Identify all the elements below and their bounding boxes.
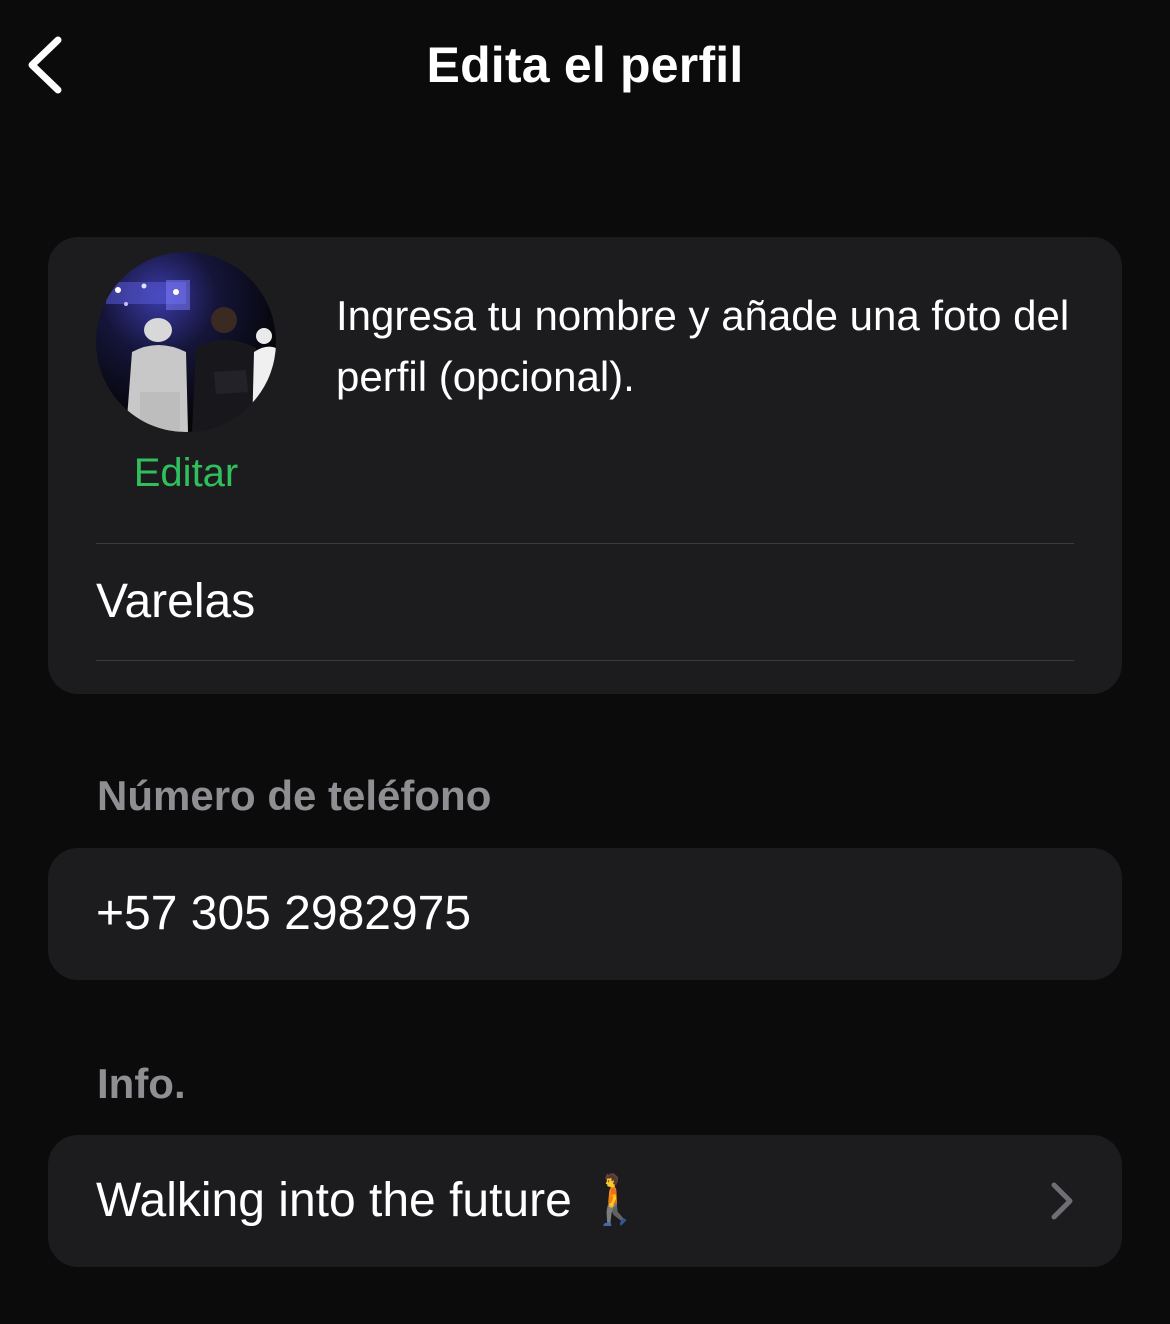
profile-hint-text: Ingresa tu nombre y añade una foto del p… (336, 292, 1070, 400)
phone-section-label: Número de teléfono (97, 772, 492, 819)
profile-card: Editar Ingresa tu nombre y añade una fot… (48, 237, 1122, 694)
navigation-bar: Edita el perfil (0, 0, 1170, 140)
profile-photo-image (96, 252, 276, 432)
chevron-right-icon (1048, 1181, 1076, 1221)
phone-number-row[interactable]: +57 305 2982975 (48, 848, 1122, 980)
page-title: Edita el perfil (426, 37, 744, 93)
name-field[interactable]: Varelas (96, 547, 1074, 657)
about-row[interactable]: Walking into the future 🚶 (48, 1135, 1122, 1267)
info-section-label: Info. (97, 1060, 186, 1107)
about-value: Walking into the future 🚶 (96, 1174, 645, 1227)
phone-number-value: +57 305 2982975 (96, 887, 472, 940)
edit-photo-link[interactable]: Editar (96, 451, 276, 496)
divider (96, 543, 1074, 544)
avatar[interactable] (96, 252, 276, 432)
divider (96, 660, 1074, 661)
